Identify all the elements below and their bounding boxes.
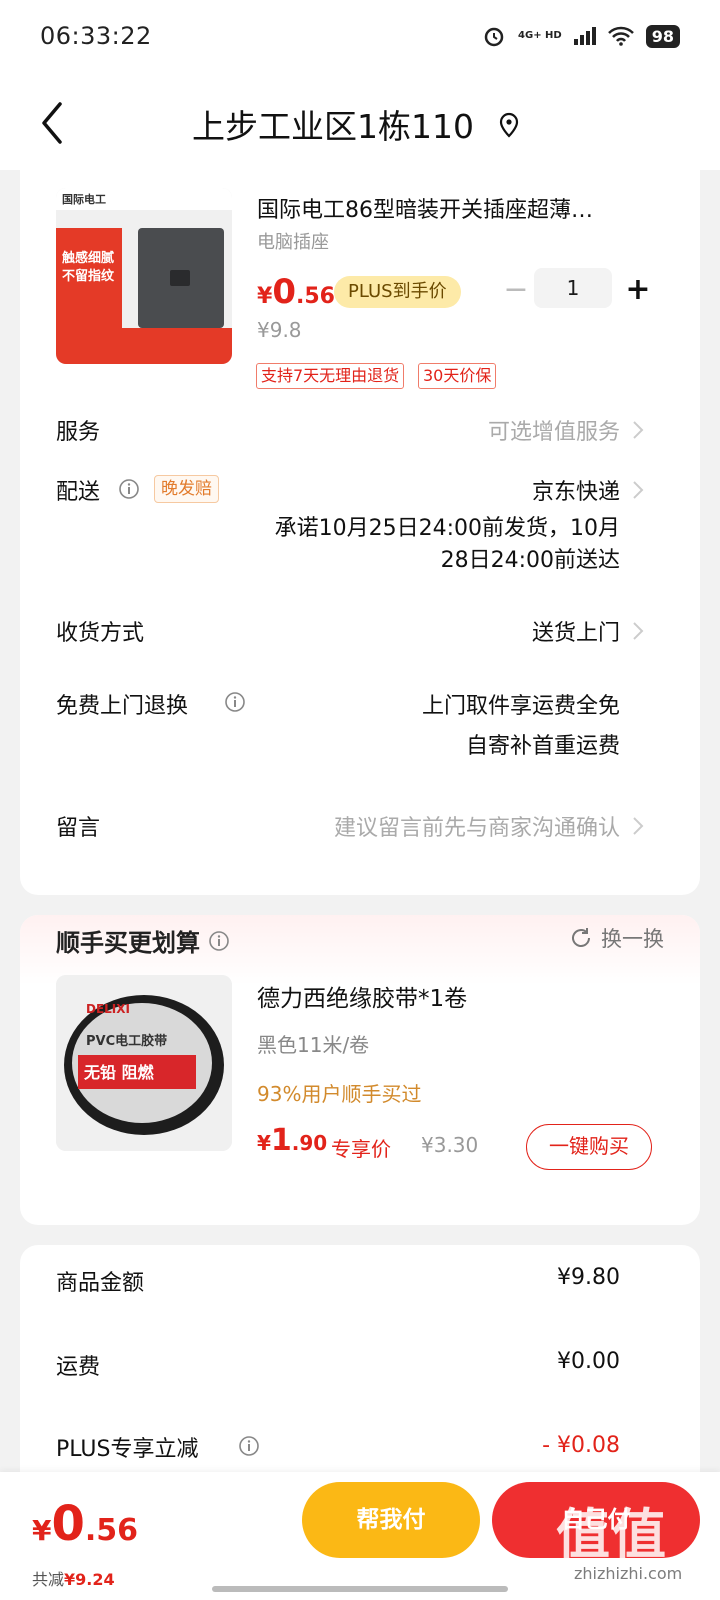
info-icon[interactable] — [118, 478, 140, 500]
quantity-input[interactable]: 1 — [534, 268, 612, 308]
quantity-increase-button[interactable]: + — [618, 270, 658, 310]
delivery-value[interactable]: 京东快递 — [532, 474, 620, 506]
status-icons: 4G+ HD 98 — [482, 24, 680, 48]
price-currency: ¥ — [257, 284, 273, 309]
service-label: 服务 — [56, 420, 101, 445]
price-decimal: .56 — [295, 284, 335, 309]
message-input[interactable]: 建议留言前先与商家沟通确认 — [334, 810, 620, 842]
addon-price-integer: 1 — [270, 1123, 292, 1158]
delivery-label: 配送 — [56, 480, 101, 505]
product-title[interactable]: 国际电工86型暗装开关插座超薄… — [257, 192, 657, 224]
price-protection-tag: 30天价保 — [418, 363, 497, 389]
alarm-icon — [484, 27, 504, 47]
product-subtitle: 电脑插座 — [257, 232, 329, 253]
addon-price-currency: ¥ — [257, 1131, 271, 1155]
chevron-right-icon[interactable] — [632, 816, 644, 836]
order-item-card: 国际电工 触感细腻 不留指纹 国际电工86型暗装开关插座超薄… 电脑插座 ¥0.… — [20, 150, 700, 895]
network-label: 4G+ HD — [518, 30, 562, 41]
message-label: 留言 — [56, 816, 101, 841]
refresh-icon — [572, 928, 590, 947]
battery-indicator: 98 — [645, 24, 680, 48]
chevron-right-icon[interactable] — [632, 480, 644, 500]
receive-method-label: 收货方式 — [56, 621, 145, 646]
product-image-brand: 国际电工 — [62, 192, 106, 206]
receive-method-value[interactable]: 送货上门 — [532, 615, 620, 647]
saved-value: ¥9.24 — [64, 1570, 115, 1589]
total-integer: 0 — [51, 1496, 85, 1552]
address-title[interactable]: 上步工业区1栋110 — [192, 100, 474, 148]
addon-image-line1: PVC电工胶带 — [86, 1033, 167, 1049]
free-return-label: 免费上门退换 — [56, 694, 189, 719]
back-arrow-icon[interactable] — [34, 96, 74, 150]
addon-title: 顺手买更划算 — [56, 923, 230, 958]
addon-exclusive-label: 专享价 — [331, 1137, 391, 1161]
product-image[interactable]: 国际电工 触感细腻 不留指纹 — [56, 188, 232, 364]
signal-icon — [573, 27, 596, 45]
addon-card: 顺手买更划算 换一换 DELIXI PVC电工胶带 无铅 阻燃 德力西绝缘胶带*… — [20, 915, 700, 1225]
info-icon[interactable] — [208, 930, 230, 952]
addon-image-line2: 无铅 阻燃 — [83, 1063, 155, 1082]
location-pin-icon[interactable] — [498, 112, 520, 138]
swap-label: 换一换 — [601, 927, 664, 951]
total-price: ¥0.56 — [32, 1496, 138, 1552]
addon-price-decimal: .90 — [291, 1131, 328, 1155]
addon-image-brand: DELIXI — [86, 1002, 130, 1016]
status-bar: 06:33:22 4G+ HD 98 — [0, 0, 720, 80]
pay-for-me-button[interactable]: 帮我付 — [302, 1482, 480, 1558]
original-price: ¥9.8 — [257, 318, 302, 342]
info-icon[interactable] — [224, 691, 246, 713]
watermark-logo: 值值值 — [556, 1503, 668, 1600]
plus-price-badge: PLUS到手价 — [334, 276, 461, 308]
swap-button[interactable]: 换一换 — [569, 923, 664, 953]
saved-label: 共减 — [32, 1570, 65, 1589]
one-click-buy-button[interactable]: 一键购买 — [526, 1124, 652, 1170]
addon-title-text: 顺手买更划算 — [56, 929, 200, 957]
addon-promo: 93%用户顺手买过 — [257, 1082, 422, 1106]
checkout-bar: ¥0.56 共减¥9.24 帮我付 自己付 值值值 zhizhizhi.com — [0, 1472, 720, 1600]
addon-original-price: ¥3.30 — [421, 1133, 479, 1157]
info-icon[interactable] — [238, 1435, 260, 1457]
status-time: 06:33:22 — [40, 22, 152, 50]
shipping-fee-value: ¥0.00 — [557, 1349, 620, 1374]
chevron-right-icon[interactable] — [632, 621, 644, 641]
service-value[interactable]: 可选增值服务 — [488, 414, 620, 446]
total-decimal: .56 — [84, 1513, 139, 1548]
goods-amount-value: ¥9.80 — [557, 1265, 620, 1290]
plus-discount-label: PLUS专享立减 — [56, 1437, 199, 1462]
free-return-value-line2: 自寄补首重运费 — [465, 734, 620, 759]
chevron-right-icon[interactable] — [632, 420, 644, 440]
addon-name[interactable]: 德力西绝缘胶带*1卷 — [257, 979, 467, 1013]
quantity-decrease-button[interactable]: − — [498, 270, 534, 310]
home-indicator[interactable] — [212, 1586, 508, 1592]
product-image-feature2: 不留指纹 — [62, 268, 115, 284]
watermark-url: zhizhizhi.com — [574, 1564, 683, 1583]
plus-discount-value: - ¥0.08 — [542, 1433, 620, 1458]
wifi-icon — [607, 26, 634, 46]
price-integer: 0 — [272, 272, 296, 312]
product-price: ¥0.56 — [257, 272, 335, 312]
product-image-feature1: 触感细腻 — [61, 250, 114, 266]
shipping-fee-label: 运费 — [56, 1355, 101, 1380]
goods-amount-label: 商品金额 — [56, 1271, 145, 1296]
addon-price: ¥1.90 — [257, 1123, 327, 1158]
late-compensation-badge: 晚发赔 — [154, 475, 219, 503]
free-return-value-line1: 上门取件享运费全免 — [421, 694, 620, 719]
return-policy-tag: 支持7天无理由退货 — [256, 363, 405, 389]
addon-spec: 黑色11米/卷 — [257, 1033, 370, 1057]
total-saved: 共减¥9.24 — [32, 1566, 115, 1590]
delivery-promise-line1: 承诺10月25日24:00前发货，10月 — [274, 516, 620, 541]
addon-image[interactable]: DELIXI PVC电工胶带 无铅 阻燃 — [56, 975, 232, 1151]
total-currency: ¥ — [32, 1514, 52, 1547]
delivery-promise-line2: 28日24:00前送达 — [440, 548, 620, 573]
